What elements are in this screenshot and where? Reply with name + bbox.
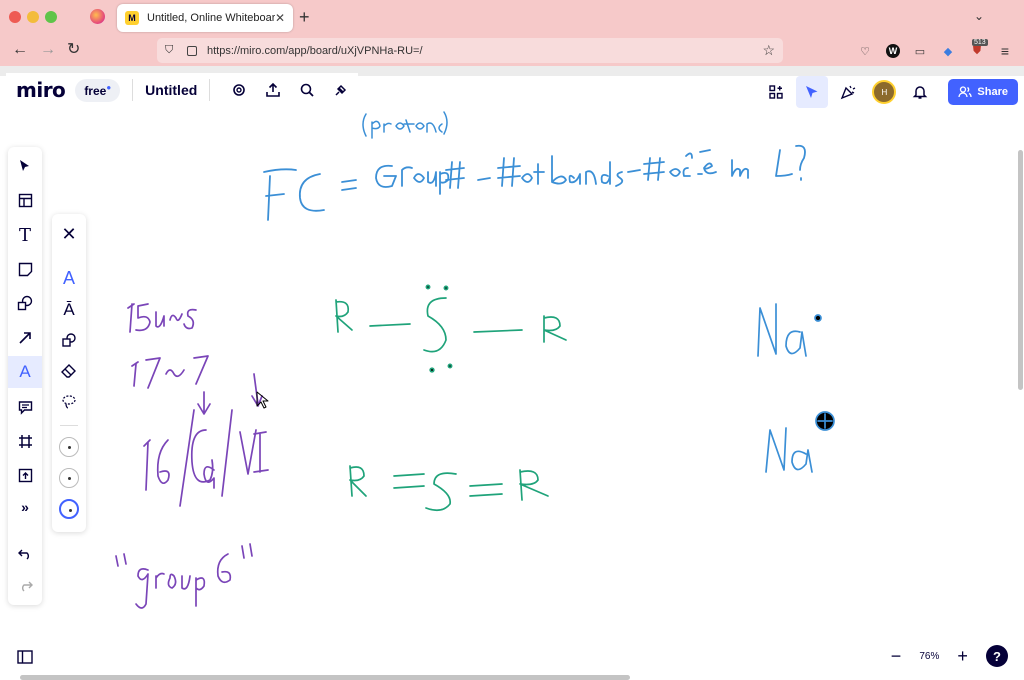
color-swatch-3[interactable] xyxy=(52,495,86,523)
plan-badge[interactable]: free● xyxy=(75,78,121,102)
extension-badge: 513 xyxy=(972,39,988,46)
layers-extension-icon[interactable]: ◆ xyxy=(941,44,955,58)
zoom-controls: − 76% + ? xyxy=(876,640,1016,672)
eraser-icon[interactable] xyxy=(52,357,86,385)
highlighter-icon[interactable]: Ā xyxy=(52,296,86,324)
vertical-scrollbar[interactable] xyxy=(1018,150,1023,390)
text-icon[interactable]: T xyxy=(8,220,42,250)
browser-navbar: ← → ↻ ⛉ https://miro.com/app/board/uXjVP… xyxy=(0,36,1024,66)
close-icon[interactable]: ✕ xyxy=(52,220,86,248)
miro-logo[interactable]: miro xyxy=(16,78,66,102)
left-toolbar: T A » xyxy=(8,147,42,605)
redo-icon[interactable] xyxy=(8,571,42,601)
export-upload-icon[interactable] xyxy=(256,75,290,105)
user-avatar[interactable]: H xyxy=(872,80,897,104)
close-tab-icon[interactable]: ✕ xyxy=(275,11,285,25)
pen-options-panel: ✕ A Ā xyxy=(52,214,86,532)
shapes-icon[interactable] xyxy=(8,288,42,318)
celebrate-icon[interactable] xyxy=(832,76,864,108)
w-extension-icon[interactable]: W xyxy=(886,44,900,58)
help-button[interactable]: ? xyxy=(986,645,1008,667)
smart-drawing-icon[interactable] xyxy=(52,326,86,354)
maximize-window-button[interactable] xyxy=(45,11,57,23)
upload-icon[interactable] xyxy=(8,460,42,490)
new-tab-button[interactable]: + xyxy=(299,7,310,27)
zoom-level: 76% xyxy=(919,650,940,662)
firefox-icon[interactable] xyxy=(90,9,105,24)
browser-tabbar: M Untitled, Online Whiteboard for ✕ + ⌄ xyxy=(0,0,1024,36)
share-button[interactable]: Share xyxy=(948,79,1018,105)
panel-divider xyxy=(60,425,78,426)
settings-gear-icon[interactable] xyxy=(222,75,256,105)
tab-title: Untitled, Online Whiteboard for xyxy=(147,12,275,24)
tab-list-chevron-icon[interactable]: ⌄ xyxy=(974,9,984,23)
sticky-note-icon[interactable] xyxy=(8,254,42,284)
board-name[interactable]: Untitled xyxy=(145,82,197,98)
more-tools-icon[interactable]: » xyxy=(8,492,42,522)
share-label: Share xyxy=(977,86,1008,98)
pocket-icon[interactable]: ♡ xyxy=(858,44,872,58)
bookmark-star-icon[interactable]: ☆ xyxy=(762,42,775,59)
pen-icon[interactable]: A xyxy=(52,264,86,292)
pen-icon[interactable]: A xyxy=(8,356,42,388)
collaboration-bar: H Share xyxy=(760,73,1018,111)
minimize-window-button[interactable] xyxy=(27,11,39,23)
shield-extension-icon[interactable]: ⛊ xyxy=(970,44,984,58)
cursor-tracking-icon[interactable] xyxy=(796,76,829,108)
integrations-plug-icon[interactable] xyxy=(324,75,358,105)
zoom-out-button[interactable]: − xyxy=(884,646,908,667)
undo-icon[interactable] xyxy=(8,539,42,569)
url-bar[interactable]: ⛉ https://miro.com/app/board/uXjVPNHa-RU… xyxy=(157,38,783,63)
miro-favicon-icon: M xyxy=(125,11,139,25)
select-icon[interactable] xyxy=(8,151,42,181)
color-swatch-1[interactable] xyxy=(52,433,86,461)
menu-icon[interactable]: ≡ xyxy=(998,43,1012,59)
color-swatch-2[interactable] xyxy=(52,464,86,492)
horizontal-scrollbar[interactable] xyxy=(20,675,630,680)
back-arrow-icon[interactable]: ← xyxy=(12,41,28,59)
notifications-bell-icon[interactable] xyxy=(904,76,936,108)
lasso-icon[interactable] xyxy=(52,388,86,416)
plan-label: free xyxy=(84,83,107,98)
comment-icon[interactable] xyxy=(8,392,42,422)
shield-icon[interactable]: ⛉ xyxy=(165,44,177,57)
board-canvas[interactable] xyxy=(0,76,1024,680)
browser-tab[interactable]: M Untitled, Online Whiteboard for ✕ xyxy=(117,4,293,32)
apps-icon[interactable] xyxy=(760,76,792,108)
close-window-button[interactable] xyxy=(9,11,21,23)
templates-icon[interactable] xyxy=(8,185,42,215)
reload-icon[interactable]: ↻ xyxy=(67,41,80,59)
board-header: miro free● Untitled xyxy=(6,73,359,107)
url-text: https://miro.com/app/board/uXjVPNHa-RU=/ xyxy=(207,44,423,57)
users-icon xyxy=(958,86,973,98)
frame-icon[interactable] xyxy=(8,426,42,456)
forward-arrow-icon[interactable]: → xyxy=(40,41,56,59)
reader-icon[interactable]: ▭ xyxy=(913,44,927,58)
lock-icon[interactable] xyxy=(187,45,197,56)
zoom-in-button[interactable]: + xyxy=(951,646,975,667)
board-panel-toggle-icon[interactable] xyxy=(8,642,42,672)
arrow-icon[interactable] xyxy=(8,322,42,352)
search-icon[interactable] xyxy=(290,75,324,105)
